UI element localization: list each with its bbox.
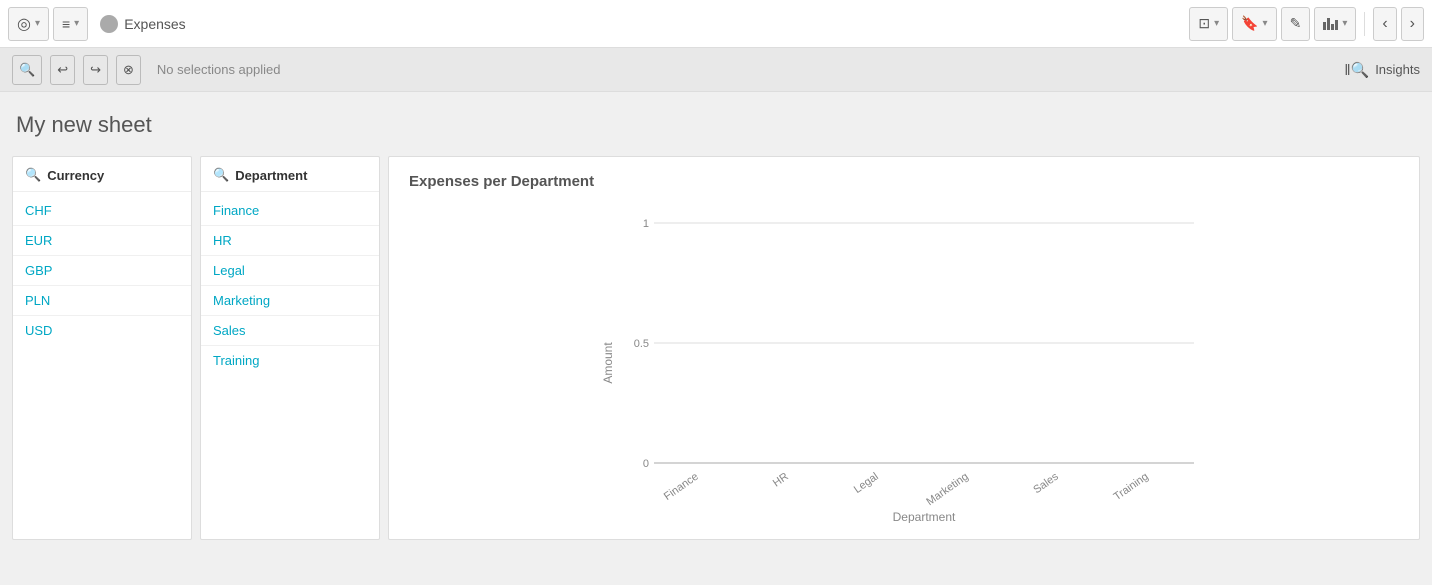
list-item[interactable]: Legal	[201, 256, 379, 286]
app-title: Expenses	[124, 16, 185, 32]
department-search-icon: 🔍	[213, 167, 229, 183]
chart-select-caret: ▾	[1342, 18, 1347, 29]
department-filter-panel: 🔍 Department Finance HR Legal Marketing …	[200, 156, 380, 540]
chart-area: Expenses per Department Amount 1 0.5 0	[388, 156, 1420, 540]
top-toolbar: ◎ ▾ ≡ ▾ Expenses ⊡ ▾ 🔖 ▾ ✎	[0, 0, 1432, 48]
list-button[interactable]: ≡ ▾	[53, 7, 88, 41]
screen-icon: ⊡	[1198, 15, 1210, 32]
x-tick-hr: HR	[771, 470, 791, 489]
sheet-title: My new sheet	[16, 112, 1416, 138]
x-tick-legal: Legal	[852, 470, 881, 495]
selection-bar-left: 🔍 ↩ ↪ ⊗ No selections applied	[12, 55, 280, 85]
list-caret: ▾	[74, 18, 79, 29]
list-item[interactable]: PLN	[13, 286, 191, 316]
chart-title: Expenses per Department	[409, 173, 1399, 190]
insights-icon: ǁ🔍	[1344, 61, 1369, 79]
currency-search-icon: 🔍	[25, 167, 41, 183]
screen-caret: ▾	[1214, 18, 1219, 29]
chart-svg-container: Amount 1 0.5 0 Finance HR Legal Marketin	[409, 202, 1399, 523]
chart-select-button[interactable]: ▾	[1314, 7, 1356, 41]
app-name-container: Expenses	[100, 15, 185, 33]
app-icon	[100, 15, 118, 33]
toolbar-right: ⊡ ▾ 🔖 ▾ ✎ ▾ ‹ ›	[1189, 7, 1424, 41]
sheet-title-area: My new sheet	[0, 92, 1432, 148]
bookmark-icon: 🔖	[1241, 15, 1258, 32]
currency-filter-list: CHF EUR GBP PLN USD	[13, 192, 191, 349]
chart-svg: Amount 1 0.5 0 Finance HR Legal Marketin	[594, 203, 1214, 523]
clear-selection-icon: ⊗	[123, 62, 134, 78]
x-tick-marketing: Marketing	[924, 470, 970, 508]
list-item[interactable]: CHF	[13, 196, 191, 226]
y-tick-0: 0	[643, 458, 649, 470]
insights-button[interactable]: ǁ🔍 Insights	[1344, 61, 1420, 79]
insights-label: Insights	[1375, 62, 1420, 77]
currency-filter-title: Currency	[47, 168, 104, 183]
search-selection-button[interactable]: 🔍	[12, 55, 42, 85]
nav-icon: ◎	[17, 14, 31, 34]
clear-selection-button[interactable]: ⊗	[116, 55, 141, 85]
pencil-icon: ✎	[1290, 15, 1302, 32]
list-item[interactable]: EUR	[13, 226, 191, 256]
toolbar-divider	[1364, 12, 1365, 36]
list-item[interactable]: Marketing	[201, 286, 379, 316]
nav-caret: ▾	[35, 18, 40, 29]
toolbar-left: ◎ ▾ ≡ ▾ Expenses	[8, 7, 186, 41]
currency-filter-panel: 🔍 Currency CHF EUR GBP PLN USD	[12, 156, 192, 540]
undo-selection-icon: ↩	[57, 62, 68, 78]
main-content: 🔍 Currency CHF EUR GBP PLN USD 🔍 Departm…	[0, 148, 1432, 548]
list-item[interactable]: GBP	[13, 256, 191, 286]
y-tick-1: 1	[643, 218, 649, 230]
back-button[interactable]: ‹	[1373, 7, 1396, 41]
list-icon: ≡	[62, 16, 70, 32]
bookmark-caret: ▾	[1263, 18, 1268, 29]
list-item[interactable]: USD	[13, 316, 191, 345]
back-icon: ‹	[1382, 15, 1387, 33]
nav-button[interactable]: ◎ ▾	[8, 7, 49, 41]
search-selection-icon: 🔍	[19, 62, 35, 78]
y-tick-05: 0.5	[634, 338, 649, 350]
currency-filter-header: 🔍 Currency	[13, 157, 191, 192]
undo-selection-button[interactable]: ↩	[50, 55, 75, 85]
forward-selection-icon: ↪	[90, 62, 101, 78]
screen-button[interactable]: ⊡ ▾	[1189, 7, 1228, 41]
x-tick-finance: Finance	[662, 470, 701, 502]
edit-button[interactable]: ✎	[1281, 7, 1311, 41]
forward-selection-button[interactable]: ↪	[83, 55, 108, 85]
list-item[interactable]: Training	[201, 346, 379, 375]
forward-icon: ›	[1410, 15, 1415, 33]
no-selections-text: No selections applied	[157, 62, 281, 77]
department-filter-list: Finance HR Legal Marketing Sales Trainin…	[201, 192, 379, 379]
selection-bar: 🔍 ↩ ↪ ⊗ No selections applied ǁ🔍 Insight…	[0, 48, 1432, 92]
x-axis-label: Department	[893, 510, 956, 523]
barchart-icon	[1323, 18, 1338, 30]
x-tick-training: Training	[1112, 470, 1151, 502]
bookmark-button[interactable]: 🔖 ▾	[1232, 7, 1276, 41]
list-item[interactable]: Sales	[201, 316, 379, 346]
department-filter-title: Department	[235, 168, 307, 183]
x-tick-sales: Sales	[1031, 470, 1061, 496]
department-filter-header: 🔍 Department	[201, 157, 379, 192]
y-axis-label: Amount	[601, 341, 615, 383]
list-item[interactable]: Finance	[201, 196, 379, 226]
forward-button[interactable]: ›	[1401, 7, 1424, 41]
list-item[interactable]: HR	[201, 226, 379, 256]
